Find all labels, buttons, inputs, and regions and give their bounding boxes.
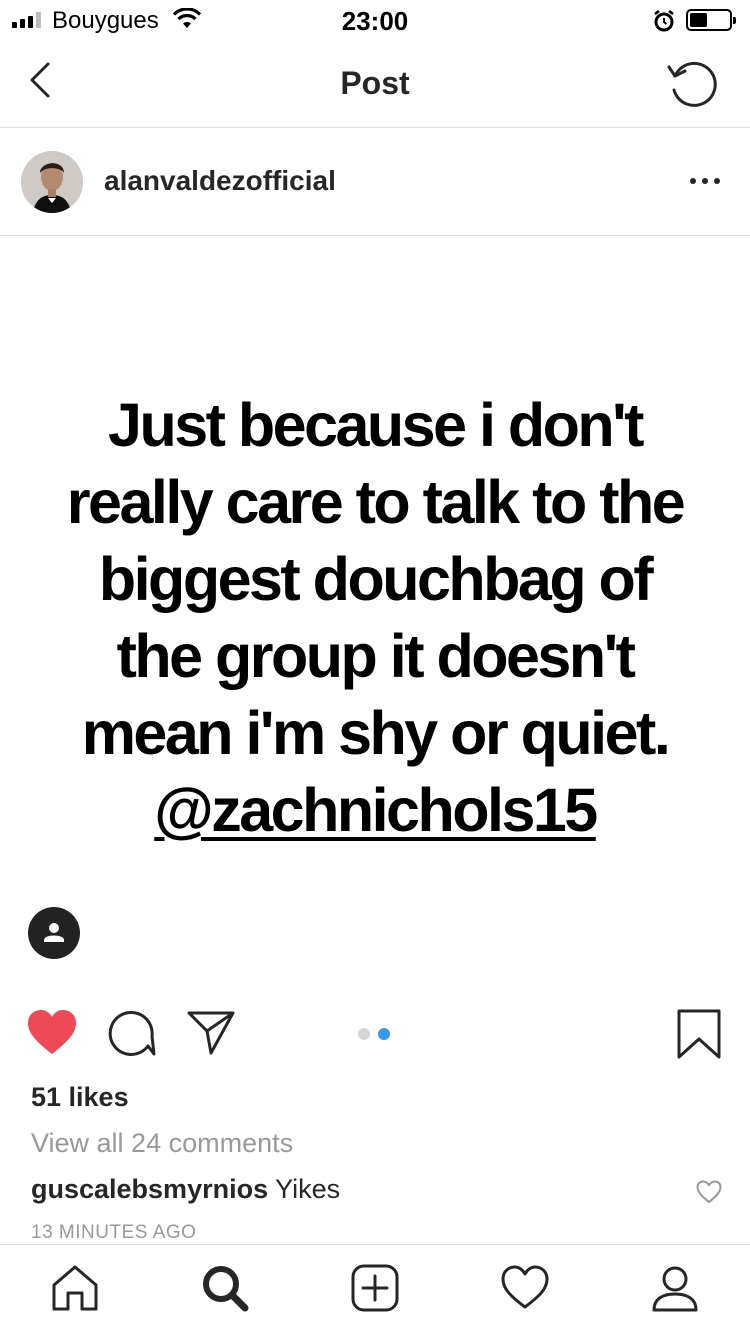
avatar[interactable] xyxy=(21,151,83,213)
likes-count[interactable]: 51 likes xyxy=(31,1082,129,1113)
heart-filled-icon xyxy=(28,1010,76,1054)
more-options-button[interactable] xyxy=(688,169,722,193)
quote-line: biggest douchbag of xyxy=(98,545,654,613)
profile-photo xyxy=(21,151,83,213)
carousel-indicator xyxy=(358,1028,390,1040)
carousel-dot-active xyxy=(378,1028,390,1040)
post-quote-text: Just because i don't really care to talk… xyxy=(20,387,730,849)
tagged-users-button[interactable] xyxy=(28,907,80,959)
home-icon xyxy=(52,1265,98,1311)
comment-username[interactable]: guscalebsmyrnios xyxy=(31,1174,268,1204)
user-tag-icon xyxy=(44,923,64,942)
refresh-button[interactable] xyxy=(666,58,720,112)
like-button[interactable] xyxy=(26,1008,78,1061)
post-image[interactable]: Just because i don't really care to talk… xyxy=(0,237,750,982)
comment-item: guscalebsmyrnios Yikes xyxy=(31,1174,340,1205)
save-button[interactable] xyxy=(676,1008,722,1065)
more-horizontal-icon xyxy=(690,178,720,184)
quote-line: the group it doesn't xyxy=(116,622,636,690)
add-post-icon xyxy=(351,1264,399,1312)
status-bar: Bouygues 23:00 xyxy=(0,0,750,40)
tab-new-post[interactable] xyxy=(350,1263,400,1318)
comment-button[interactable] xyxy=(108,1008,156,1063)
comment-text: Yikes xyxy=(275,1174,341,1204)
status-time: 23:00 xyxy=(341,6,409,36)
bookmark-icon xyxy=(677,1009,721,1059)
search-icon xyxy=(203,1266,249,1312)
profile-icon xyxy=(652,1266,698,1312)
battery-icon xyxy=(686,9,736,31)
nav-header: Post xyxy=(0,40,750,128)
refresh-icon xyxy=(667,61,717,107)
carousel-dot xyxy=(358,1028,370,1040)
tab-activity[interactable] xyxy=(500,1263,550,1318)
post-actions xyxy=(0,1008,750,1068)
post-username[interactable]: alanvaldezofficial xyxy=(104,165,336,197)
quote-mention: @zachnichols15 xyxy=(154,776,598,844)
activity-heart-icon xyxy=(501,1265,549,1309)
paper-plane-icon xyxy=(187,1011,235,1055)
comment-like-button[interactable] xyxy=(696,1180,722,1209)
quote-line: mean i'm shy or quiet. xyxy=(81,699,671,767)
quote-line: really care to talk to the xyxy=(66,468,686,536)
tab-home[interactable] xyxy=(50,1263,100,1318)
post-header: alanvaldezofficial xyxy=(0,129,750,236)
post-timestamp: 13 MINUTES AGO xyxy=(31,1222,197,1243)
quote-line: Just because i don't xyxy=(108,391,644,459)
alarm-icon xyxy=(652,9,676,38)
bottom-tab-bar xyxy=(0,1244,750,1334)
tab-search[interactable] xyxy=(200,1263,250,1318)
tab-profile[interactable] xyxy=(650,1263,700,1318)
page-title: Post xyxy=(340,65,410,101)
heart-outline-icon xyxy=(696,1180,722,1204)
view-all-comments-link[interactable]: View all 24 comments xyxy=(31,1128,293,1159)
comment-bubble-icon xyxy=(108,1011,156,1056)
share-button[interactable] xyxy=(186,1008,236,1061)
